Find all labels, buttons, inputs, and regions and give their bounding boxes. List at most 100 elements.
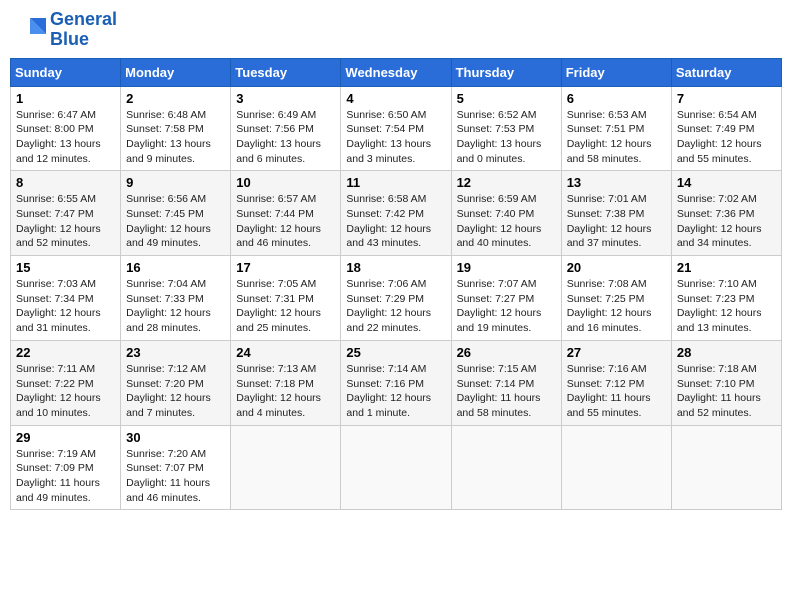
calendar-cell: 1 Sunrise: 6:47 AMSunset: 8:00 PMDayligh… xyxy=(11,86,121,171)
page-header: General Blue xyxy=(10,10,782,50)
day-info: Sunrise: 6:48 AMSunset: 7:58 PMDaylight:… xyxy=(126,109,211,165)
day-number: 8 xyxy=(16,175,115,190)
day-number: 11 xyxy=(346,175,445,190)
calendar-cell: 5 Sunrise: 6:52 AMSunset: 7:53 PMDayligh… xyxy=(451,86,561,171)
day-info: Sunrise: 6:53 AMSunset: 7:51 PMDaylight:… xyxy=(567,109,652,165)
day-number: 17 xyxy=(236,260,335,275)
day-number: 27 xyxy=(567,345,666,360)
day-number: 24 xyxy=(236,345,335,360)
day-info: Sunrise: 6:52 AMSunset: 7:53 PMDaylight:… xyxy=(457,109,542,165)
calendar-cell xyxy=(341,425,451,510)
calendar-week-row: 22 Sunrise: 7:11 AMSunset: 7:22 PMDaylig… xyxy=(11,340,782,425)
calendar-cell xyxy=(671,425,781,510)
day-number: 25 xyxy=(346,345,445,360)
day-number: 3 xyxy=(236,91,335,106)
day-info: Sunrise: 7:18 AMSunset: 7:10 PMDaylight:… xyxy=(677,363,761,419)
day-number: 14 xyxy=(677,175,776,190)
day-number: 1 xyxy=(16,91,115,106)
day-info: Sunrise: 6:56 AMSunset: 7:45 PMDaylight:… xyxy=(126,193,211,249)
logo-icon xyxy=(10,12,46,48)
calendar-cell: 19 Sunrise: 7:07 AMSunset: 7:27 PMDaylig… xyxy=(451,256,561,341)
calendar-header-friday: Friday xyxy=(561,58,671,86)
calendar-cell: 7 Sunrise: 6:54 AMSunset: 7:49 PMDayligh… xyxy=(671,86,781,171)
logo: General Blue xyxy=(10,10,117,50)
day-info: Sunrise: 7:04 AMSunset: 7:33 PMDaylight:… xyxy=(126,278,211,334)
calendar-cell: 14 Sunrise: 7:02 AMSunset: 7:36 PMDaylig… xyxy=(671,171,781,256)
day-info: Sunrise: 6:54 AMSunset: 7:49 PMDaylight:… xyxy=(677,109,762,165)
calendar-week-row: 29 Sunrise: 7:19 AMSunset: 7:09 PMDaylig… xyxy=(11,425,782,510)
calendar-week-row: 1 Sunrise: 6:47 AMSunset: 8:00 PMDayligh… xyxy=(11,86,782,171)
calendar-cell: 13 Sunrise: 7:01 AMSunset: 7:38 PMDaylig… xyxy=(561,171,671,256)
calendar-cell: 29 Sunrise: 7:19 AMSunset: 7:09 PMDaylig… xyxy=(11,425,121,510)
day-info: Sunrise: 6:49 AMSunset: 7:56 PMDaylight:… xyxy=(236,109,321,165)
day-number: 2 xyxy=(126,91,225,106)
calendar-cell: 16 Sunrise: 7:04 AMSunset: 7:33 PMDaylig… xyxy=(121,256,231,341)
calendar-header-row: SundayMondayTuesdayWednesdayThursdayFrid… xyxy=(11,58,782,86)
calendar-cell: 17 Sunrise: 7:05 AMSunset: 7:31 PMDaylig… xyxy=(231,256,341,341)
day-info: Sunrise: 6:47 AMSunset: 8:00 PMDaylight:… xyxy=(16,109,101,165)
day-number: 18 xyxy=(346,260,445,275)
day-info: Sunrise: 7:14 AMSunset: 7:16 PMDaylight:… xyxy=(346,363,431,419)
calendar-cell: 15 Sunrise: 7:03 AMSunset: 7:34 PMDaylig… xyxy=(11,256,121,341)
calendar-cell: 12 Sunrise: 6:59 AMSunset: 7:40 PMDaylig… xyxy=(451,171,561,256)
calendar-cell xyxy=(451,425,561,510)
day-info: Sunrise: 7:03 AMSunset: 7:34 PMDaylight:… xyxy=(16,278,101,334)
calendar-header-wednesday: Wednesday xyxy=(341,58,451,86)
day-info: Sunrise: 6:58 AMSunset: 7:42 PMDaylight:… xyxy=(346,193,431,249)
day-number: 6 xyxy=(567,91,666,106)
day-number: 30 xyxy=(126,430,225,445)
day-info: Sunrise: 6:50 AMSunset: 7:54 PMDaylight:… xyxy=(346,109,431,165)
day-number: 12 xyxy=(457,175,556,190)
calendar-cell: 24 Sunrise: 7:13 AMSunset: 7:18 PMDaylig… xyxy=(231,340,341,425)
day-info: Sunrise: 6:57 AMSunset: 7:44 PMDaylight:… xyxy=(236,193,321,249)
day-info: Sunrise: 7:20 AMSunset: 7:07 PMDaylight:… xyxy=(126,448,210,504)
day-number: 5 xyxy=(457,91,556,106)
calendar-header-saturday: Saturday xyxy=(671,58,781,86)
calendar-table: SundayMondayTuesdayWednesdayThursdayFrid… xyxy=(10,58,782,511)
day-info: Sunrise: 7:07 AMSunset: 7:27 PMDaylight:… xyxy=(457,278,542,334)
day-number: 7 xyxy=(677,91,776,106)
day-number: 21 xyxy=(677,260,776,275)
logo-text: General Blue xyxy=(50,10,117,50)
day-number: 28 xyxy=(677,345,776,360)
calendar-week-row: 8 Sunrise: 6:55 AMSunset: 7:47 PMDayligh… xyxy=(11,171,782,256)
calendar-cell xyxy=(561,425,671,510)
calendar-cell: 4 Sunrise: 6:50 AMSunset: 7:54 PMDayligh… xyxy=(341,86,451,171)
calendar-cell: 3 Sunrise: 6:49 AMSunset: 7:56 PMDayligh… xyxy=(231,86,341,171)
day-info: Sunrise: 7:02 AMSunset: 7:36 PMDaylight:… xyxy=(677,193,762,249)
calendar-cell: 28 Sunrise: 7:18 AMSunset: 7:10 PMDaylig… xyxy=(671,340,781,425)
day-info: Sunrise: 7:08 AMSunset: 7:25 PMDaylight:… xyxy=(567,278,652,334)
calendar-cell: 9 Sunrise: 6:56 AMSunset: 7:45 PMDayligh… xyxy=(121,171,231,256)
calendar-cell: 10 Sunrise: 6:57 AMSunset: 7:44 PMDaylig… xyxy=(231,171,341,256)
day-number: 13 xyxy=(567,175,666,190)
day-number: 20 xyxy=(567,260,666,275)
calendar-cell: 20 Sunrise: 7:08 AMSunset: 7:25 PMDaylig… xyxy=(561,256,671,341)
day-info: Sunrise: 7:16 AMSunset: 7:12 PMDaylight:… xyxy=(567,363,651,419)
day-info: Sunrise: 6:59 AMSunset: 7:40 PMDaylight:… xyxy=(457,193,542,249)
day-number: 10 xyxy=(236,175,335,190)
day-number: 19 xyxy=(457,260,556,275)
day-info: Sunrise: 7:11 AMSunset: 7:22 PMDaylight:… xyxy=(16,363,101,419)
day-info: Sunrise: 7:06 AMSunset: 7:29 PMDaylight:… xyxy=(346,278,431,334)
day-number: 29 xyxy=(16,430,115,445)
day-info: Sunrise: 7:19 AMSunset: 7:09 PMDaylight:… xyxy=(16,448,100,504)
day-number: 4 xyxy=(346,91,445,106)
calendar-cell: 23 Sunrise: 7:12 AMSunset: 7:20 PMDaylig… xyxy=(121,340,231,425)
calendar-cell: 8 Sunrise: 6:55 AMSunset: 7:47 PMDayligh… xyxy=(11,171,121,256)
calendar-cell: 2 Sunrise: 6:48 AMSunset: 7:58 PMDayligh… xyxy=(121,86,231,171)
day-number: 16 xyxy=(126,260,225,275)
calendar-cell xyxy=(231,425,341,510)
day-info: Sunrise: 7:01 AMSunset: 7:38 PMDaylight:… xyxy=(567,193,652,249)
calendar-header-thursday: Thursday xyxy=(451,58,561,86)
day-number: 26 xyxy=(457,345,556,360)
calendar-cell: 18 Sunrise: 7:06 AMSunset: 7:29 PMDaylig… xyxy=(341,256,451,341)
day-info: Sunrise: 7:13 AMSunset: 7:18 PMDaylight:… xyxy=(236,363,321,419)
calendar-week-row: 15 Sunrise: 7:03 AMSunset: 7:34 PMDaylig… xyxy=(11,256,782,341)
day-info: Sunrise: 6:55 AMSunset: 7:47 PMDaylight:… xyxy=(16,193,101,249)
day-info: Sunrise: 7:12 AMSunset: 7:20 PMDaylight:… xyxy=(126,363,211,419)
day-info: Sunrise: 7:10 AMSunset: 7:23 PMDaylight:… xyxy=(677,278,762,334)
calendar-cell: 25 Sunrise: 7:14 AMSunset: 7:16 PMDaylig… xyxy=(341,340,451,425)
calendar-cell: 21 Sunrise: 7:10 AMSunset: 7:23 PMDaylig… xyxy=(671,256,781,341)
calendar-cell: 27 Sunrise: 7:16 AMSunset: 7:12 PMDaylig… xyxy=(561,340,671,425)
day-number: 15 xyxy=(16,260,115,275)
